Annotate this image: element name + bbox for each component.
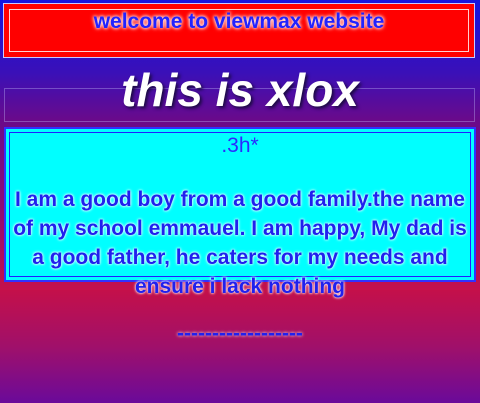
intro-paragraph: I am a good boy from a good family.the n… xyxy=(13,188,467,298)
dashed-divider: ------------------ xyxy=(177,322,303,345)
panel-subtitle: .3h* xyxy=(221,134,259,157)
welcome-banner-text: welcome to viewmax website xyxy=(93,10,385,33)
welcome-banner: welcome to viewmax website xyxy=(3,3,475,58)
page-title: this is xlox xyxy=(121,64,359,116)
